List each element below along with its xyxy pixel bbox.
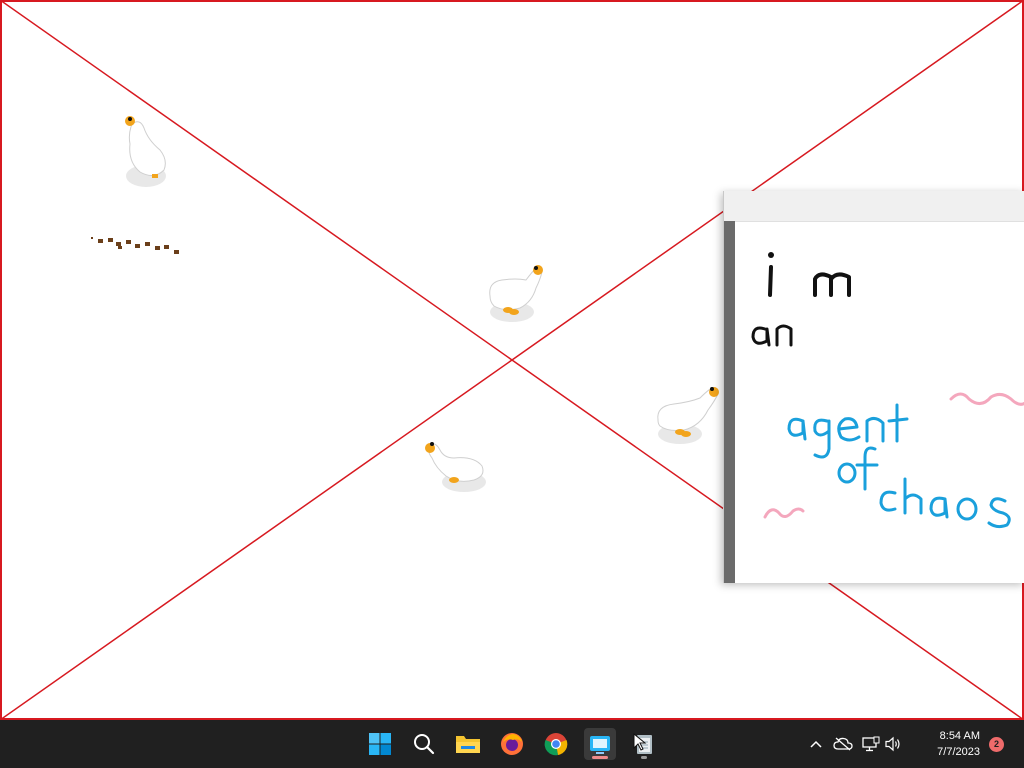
start-button[interactable] [364, 728, 396, 760]
handwriting-line-5 [879, 477, 1011, 529]
handwriting-line-4 [837, 446, 879, 491]
network-icon [862, 736, 880, 752]
goose-4[interactable] [654, 380, 724, 448]
firefox-icon [501, 733, 523, 755]
handwriting-line-3 [787, 403, 909, 459]
firefox-button[interactable] [496, 728, 528, 760]
chevron-up-icon [810, 740, 822, 748]
windows-logo-icon [369, 733, 391, 755]
screen: 8:54 AM 7/7/2023 2 [0, 0, 1024, 768]
chrome-icon [544, 733, 568, 756]
note-window-edge [724, 221, 735, 583]
goose-3[interactable] [420, 436, 490, 496]
app-window-icon [590, 736, 610, 754]
chrome-button[interactable] [540, 728, 572, 760]
note-drawing [735, 221, 1024, 583]
onedrive-button[interactable] [826, 720, 860, 768]
active-app-button[interactable] [584, 728, 616, 760]
network-button[interactable] [860, 720, 882, 768]
mud-footprints [91, 237, 179, 254]
notification-badge[interactable]: 2 [989, 737, 1004, 752]
handwritten-note-svg [751, 252, 1024, 529]
desktop[interactable] [0, 0, 1024, 720]
volume-button[interactable] [882, 720, 904, 768]
active-app-indicator [592, 756, 608, 759]
open-app-indicator [641, 756, 647, 759]
notepad-button[interactable] [628, 728, 660, 760]
clock-time: 8:54 AM [939, 730, 980, 742]
system-tray [806, 720, 904, 768]
folder-icon [456, 736, 480, 753]
notepad-icon [633, 732, 652, 754]
goose-1[interactable] [118, 110, 174, 192]
search-button[interactable] [408, 728, 440, 760]
file-explorer-button[interactable] [452, 728, 484, 760]
cloud-off-icon [833, 737, 853, 751]
search-icon [414, 734, 435, 755]
handwriting-line-1 [768, 252, 851, 297]
note-titlebar[interactable] [724, 191, 1024, 222]
volume-icon [885, 736, 900, 752]
taskbar: 8:54 AM 7/7/2023 2 [0, 720, 1024, 768]
goose-2[interactable] [486, 260, 550, 326]
show-hidden-icons-button[interactable] [806, 720, 826, 768]
clock-date: 7/7/2023 [937, 746, 980, 758]
taskbar-clock[interactable]: 8:54 AM 7/7/2023 [920, 728, 980, 760]
goose-note-window[interactable] [723, 191, 1024, 583]
pink-squiggle-2 [763, 507, 805, 519]
handwriting-line-2 [751, 324, 793, 347]
pink-squiggle-1 [949, 392, 1024, 406]
